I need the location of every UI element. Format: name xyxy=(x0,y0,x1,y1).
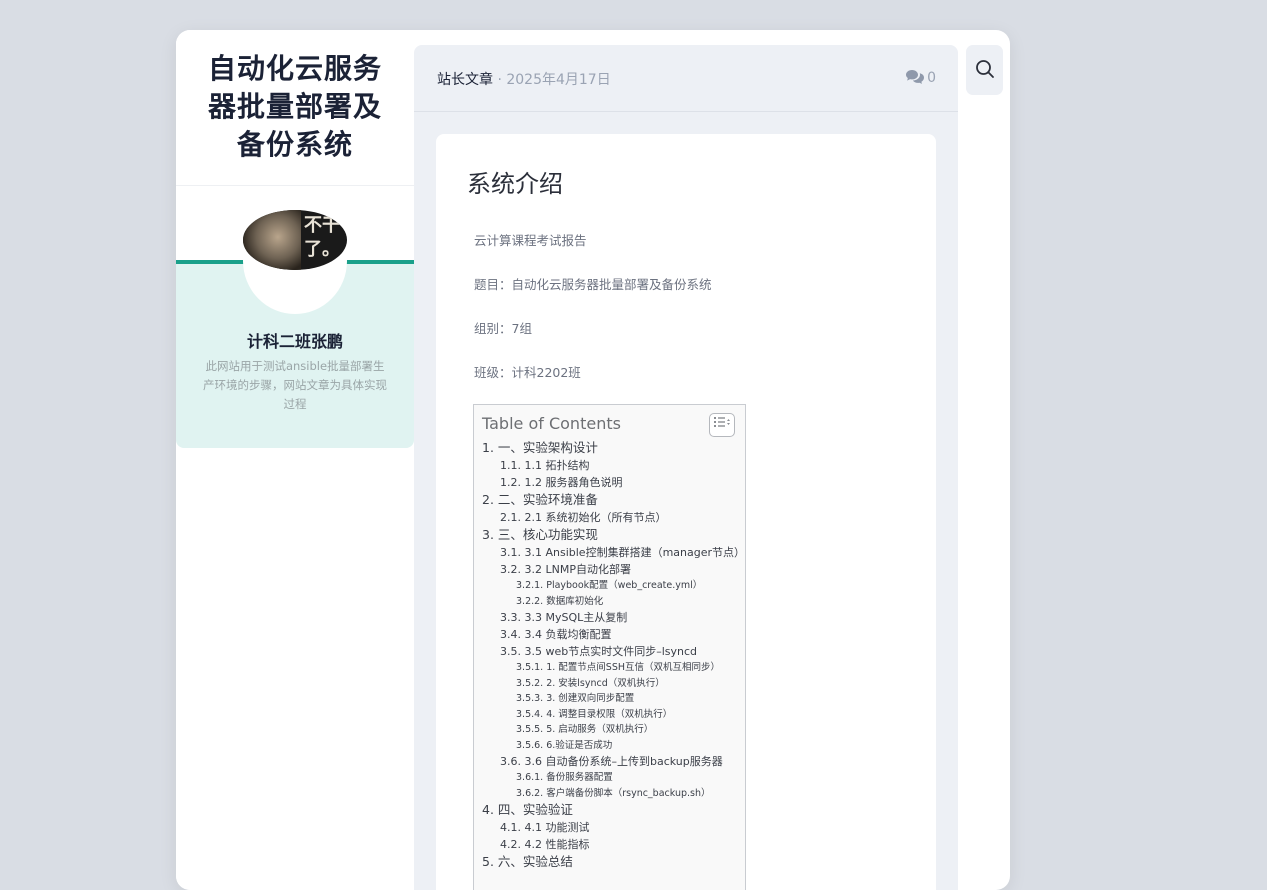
search-icon xyxy=(976,60,994,78)
article-paragraph: 组别：7组 xyxy=(474,321,532,336)
site-title-line: 器批量部署及 xyxy=(207,90,382,123)
toc-item[interactable]: 4. 四、实验验证 xyxy=(482,801,744,819)
toc-item[interactable]: 3.3. 3.3 MySQL主从复制 xyxy=(482,609,744,626)
article-paragraph: 云计算课程考试报告 xyxy=(474,233,587,248)
post-author[interactable]: 站长文章 xyxy=(437,72,493,88)
toc-item[interactable]: 1.1. 1.1 拓扑结构 xyxy=(482,457,744,474)
toc-item[interactable]: 2.1. 2.1 系统初始化（所有节点） xyxy=(482,509,744,526)
toc-item[interactable]: 3.2.1. Playbook配置（web_create.yml） xyxy=(482,578,744,594)
toc-item[interactable]: 3.5.4. 4. 调整目录权限（双机执行） xyxy=(482,707,744,723)
toc-item[interactable]: 3.6.1. 备份服务器配置 xyxy=(482,770,744,786)
toc-item[interactable]: 3.5.5. 5. 启动服务（双机执行） xyxy=(482,722,744,738)
toc-item[interactable]: 3.4. 3.4 负载均衡配置 xyxy=(482,626,744,643)
toc-item[interactable]: 3.5.2. 2. 安装lsyncd（双机执行） xyxy=(482,676,744,692)
article-paragraph: 班级：计科2202班 xyxy=(474,365,581,380)
search-button[interactable] xyxy=(966,45,1003,95)
comments-icon xyxy=(906,70,925,84)
article-paragraph: 题目：自动化云服务器批量部署及备份系统 xyxy=(474,277,712,292)
toc-item[interactable]: 4.1. 4.1 功能测试 xyxy=(482,819,744,836)
comment-count-link[interactable]: 0 xyxy=(905,69,936,86)
article-card: 系统介绍 云计算课程考试报告 题目：自动化云服务器批量部署及备份系统 组别：7组… xyxy=(436,134,936,890)
toc-item[interactable]: 1. 一、实验架构设计 xyxy=(482,439,744,457)
toc-item[interactable]: 3.2. 3.2 LNMP自动化部署 xyxy=(482,561,744,578)
article-heading: 系统介绍 xyxy=(467,170,563,198)
toc-item[interactable]: 4.2. 4.2 性能指标 xyxy=(482,836,744,853)
profile-name: 计科二班张鹏 xyxy=(246,332,343,351)
site-title-line: 自动化云服务 xyxy=(207,52,382,85)
site-title-line: 备份系统 xyxy=(236,128,353,161)
toc-list: 1. 一、实验架构设计 1.1. 1.1 拓扑结构 1.2. 1.2 服务器角色说明… xyxy=(482,439,745,871)
toc-item[interactable]: 1.2. 1.2 服务器角色说明 xyxy=(482,474,744,491)
post-date: 2025年4月17日 xyxy=(506,72,611,88)
post-meta-bar: 站长文章 · 2025年4月17日 0 xyxy=(414,45,958,112)
toc-item[interactable]: 3.1. 3.1 Ansible控制集群搭建（manager节点） xyxy=(482,544,745,561)
sidebar: 自动化云服务 器批量部署及 备份系统 不干了。 计科二班张鹏 此网站用于测试an… xyxy=(176,30,414,890)
toc-item[interactable]: 3.5.3. 3. 创建双向同步配置 xyxy=(482,691,744,707)
toc-item[interactable]: 3.5. 3.5 web节点实时文件同步–lsyncd xyxy=(482,643,744,660)
list-toggle-icon xyxy=(714,417,730,427)
toc-item[interactable]: 3.2.2. 数据库初始化 xyxy=(482,594,744,610)
main-column: 站长文章 · 2025年4月17日 0 系统介绍 云计算课程考试报告 题目：自动… xyxy=(414,45,958,890)
avatar-text: 不干了。 xyxy=(304,215,340,260)
toc-item[interactable]: 3.6. 3.6 自动备份系统–上传到backup服务器 xyxy=(482,753,744,770)
profile-description: 此网站用于测试ansible批量部署生产环境的步骤，网站文章为具体实现过程 xyxy=(203,359,387,411)
toc-item[interactable]: 3.6.2. 客户端备份脚本（rsync_backup.sh） xyxy=(482,786,744,802)
toc-toggle-button[interactable] xyxy=(709,413,735,437)
toc-item[interactable]: 3.5.6. 6.验证是否成功 xyxy=(482,738,744,754)
toc-title: Table of Contents xyxy=(482,414,621,433)
comment-count: 0 xyxy=(927,70,936,86)
toc-item[interactable]: 5. 六、实验总结 xyxy=(482,853,744,871)
table-of-contents: Table of Contents 1. 一、实验架构设计 1.1. 1.1 拓扑… xyxy=(473,404,746,890)
avatar-face xyxy=(243,210,301,270)
post-meta: 站长文章 · 2025年4月17日 xyxy=(437,69,611,89)
meta-separator: · xyxy=(493,72,507,88)
toc-item[interactable]: 3.5.1. 1. 配置节点间SSH互信（双机互相同步） xyxy=(482,660,744,676)
site-title[interactable]: 自动化云服务 器批量部署及 备份系统 xyxy=(176,50,414,164)
page-card: 自动化云服务 器批量部署及 备份系统 不干了。 计科二班张鹏 此网站用于测试an… xyxy=(176,30,1010,890)
avatar[interactable]: 不干了。 xyxy=(243,210,347,270)
toc-item[interactable]: 3. 三、核心功能实现 xyxy=(482,526,744,544)
divider xyxy=(176,185,414,186)
toc-item[interactable]: 2. 二、实验环境准备 xyxy=(482,491,744,509)
